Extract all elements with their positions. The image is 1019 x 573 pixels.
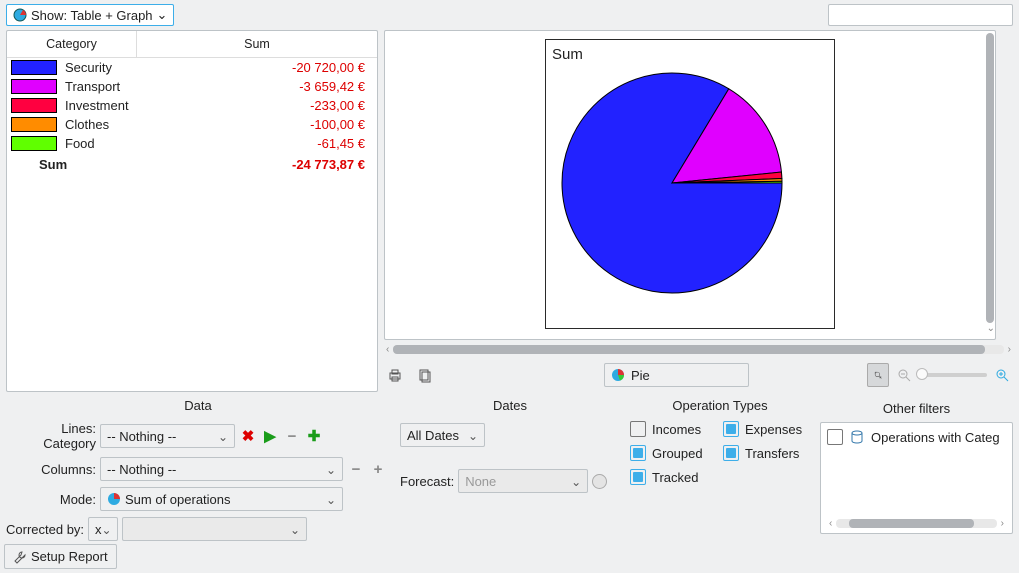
category-value: -100,00 € xyxy=(145,117,373,132)
table-row[interactable]: Security -20 720,00 € xyxy=(7,58,377,77)
pie-icon xyxy=(611,368,625,382)
scroll-left-icon[interactable]: ‹ xyxy=(827,518,834,529)
minus-icon[interactable]: − xyxy=(347,460,365,478)
chevron-down-icon xyxy=(571,474,581,489)
sum-label: Sum xyxy=(39,157,67,172)
chevron-down-icon xyxy=(326,462,336,477)
chart-type-select[interactable]: Pie xyxy=(604,363,749,387)
columns-label: Columns: xyxy=(6,462,96,477)
print-icon[interactable] xyxy=(384,364,406,386)
col-sum[interactable]: Sum xyxy=(137,31,377,57)
pie-chart xyxy=(552,63,792,303)
data-title: Data xyxy=(6,398,390,413)
chart-panel: Sum ⌄ xyxy=(384,30,996,340)
zoom-out-icon[interactable] xyxy=(893,364,915,386)
dates-title: Dates xyxy=(400,398,620,413)
chevron-down-icon xyxy=(102,522,112,537)
category-label: Food xyxy=(65,136,145,151)
category-value: -3 659,42 € xyxy=(145,79,373,94)
wrench-icon xyxy=(13,550,27,564)
ops-title: Operation Types xyxy=(630,398,810,413)
minus-icon[interactable]: − xyxy=(283,427,301,445)
chart-type-label: Pie xyxy=(631,368,650,383)
color-swatch xyxy=(11,136,57,151)
chevron-down-icon xyxy=(326,492,336,507)
sum-value: -24 773,87 € xyxy=(67,157,373,172)
category-label: Investment xyxy=(65,98,145,113)
filters-hscroll[interactable] xyxy=(836,519,996,528)
operation-types-section: Operation Types Incomes Expenses Grouped… xyxy=(630,398,810,547)
zoom-slider[interactable] xyxy=(919,373,987,377)
setup-report-label: Setup Report xyxy=(31,549,108,564)
zoom-fit-icon[interactable] xyxy=(867,363,889,387)
filter-item-label: Operations with Categ xyxy=(871,430,1000,445)
scroll-down-icon[interactable]: ⌄ xyxy=(987,323,995,334)
incomes-checkbox[interactable] xyxy=(630,421,646,437)
chart-vscroll[interactable] xyxy=(986,33,994,323)
sum-row: Sum -24 773,87 € xyxy=(7,153,377,176)
category-value: -20 720,00 € xyxy=(145,60,373,75)
corrected-value-select[interactable] xyxy=(122,517,307,541)
chevron-down-icon xyxy=(468,428,478,443)
transfers-checkbox[interactable] xyxy=(723,445,739,461)
table-row[interactable]: Clothes -100,00 € xyxy=(7,115,377,134)
other-filters-section: Other filters Operations with Categ ‹ › xyxy=(820,422,1013,534)
lines-label: Lines: Category xyxy=(6,421,96,451)
forecast-select[interactable]: None xyxy=(458,469,588,493)
chevron-down-icon: ⌄ xyxy=(157,7,168,23)
mode-label: Mode: xyxy=(6,492,96,507)
copy-icon[interactable] xyxy=(414,364,436,386)
color-swatch xyxy=(11,60,57,75)
table-row[interactable]: Transport -3 659,42 € xyxy=(7,77,377,96)
mode-select[interactable]: Sum of operations xyxy=(100,487,343,511)
category-label: Transport xyxy=(65,79,145,94)
table-row[interactable]: Food -61,45 € xyxy=(7,134,377,153)
expenses-checkbox[interactable] xyxy=(723,421,739,437)
show-mode-button[interactable]: Show: Table + Graph ⌄ xyxy=(6,4,174,26)
corrected-label: Corrected by: xyxy=(6,522,84,537)
grouped-checkbox[interactable] xyxy=(630,445,646,461)
setup-report-button[interactable]: Setup Report xyxy=(4,544,117,569)
category-table: Category Sum Security -20 720,00 € Trans… xyxy=(6,30,378,392)
table-row[interactable]: Investment -233,00 € xyxy=(7,96,377,115)
tracked-checkbox[interactable] xyxy=(630,469,646,485)
chart-title: Sum xyxy=(552,46,828,63)
chart-hscroll[interactable] xyxy=(393,345,1003,354)
plus-icon[interactable]: + xyxy=(369,460,387,478)
data-section: Data Lines: Category -- Nothing -- ✖ ▶ −… xyxy=(6,398,390,547)
plus-icon[interactable]: ✚ xyxy=(305,427,323,445)
lines-select[interactable]: -- Nothing -- xyxy=(100,424,235,448)
color-swatch xyxy=(11,79,57,94)
db-icon xyxy=(849,429,865,445)
scroll-left-icon[interactable]: ‹ xyxy=(384,344,391,355)
pie-icon xyxy=(13,8,27,22)
date-range-select[interactable]: All Dates xyxy=(400,423,485,447)
filter-input[interactable] xyxy=(828,4,1013,26)
filter-checkbox[interactable] xyxy=(827,429,843,445)
category-label: Clothes xyxy=(65,117,145,132)
remove-icon[interactable]: ✖ xyxy=(239,427,257,445)
color-swatch xyxy=(11,98,57,113)
category-label: Security xyxy=(65,60,145,75)
chart-box: Sum xyxy=(545,39,835,329)
category-value: -233,00 € xyxy=(145,98,373,113)
forecast-toggle[interactable] xyxy=(592,474,607,489)
zoom-in-icon[interactable] xyxy=(991,364,1013,386)
chevron-down-icon xyxy=(218,429,228,444)
color-swatch xyxy=(11,117,57,132)
columns-select[interactable]: -- Nothing -- xyxy=(100,457,343,481)
corrected-op-select[interactable]: x xyxy=(88,517,118,541)
col-category[interactable]: Category xyxy=(7,31,137,57)
show-mode-label: Show: Table + Graph xyxy=(31,8,153,23)
dates-section: Dates All Dates Forecast: None xyxy=(400,398,620,547)
play-icon[interactable]: ▶ xyxy=(261,427,279,445)
forecast-label: Forecast: xyxy=(400,474,454,489)
scroll-right-icon[interactable]: › xyxy=(999,518,1006,529)
chevron-down-icon xyxy=(290,522,300,537)
category-value: -61,45 € xyxy=(145,136,373,151)
scroll-right-icon[interactable]: › xyxy=(1006,344,1013,355)
sum-icon xyxy=(107,492,121,506)
filters-title: Other filters xyxy=(821,401,1012,416)
